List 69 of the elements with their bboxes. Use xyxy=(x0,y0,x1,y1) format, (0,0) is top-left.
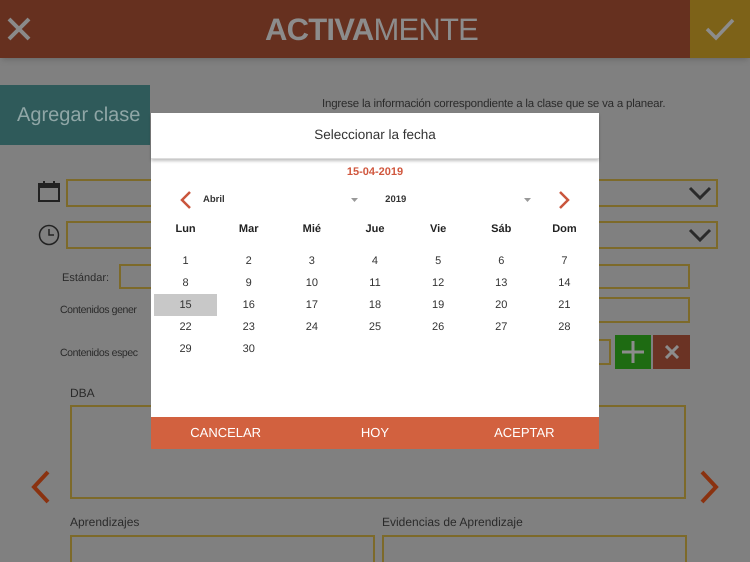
day-cell[interactable]: 20 xyxy=(470,294,533,316)
day-cell[interactable]: 14 xyxy=(532,272,596,294)
day-cell[interactable]: 6 xyxy=(470,250,533,272)
chevron-down-icon xyxy=(688,228,712,242)
field-label: Contenidos espec xyxy=(60,346,138,361)
day-cell[interactable]: 27 xyxy=(470,316,533,338)
day-cell[interactable]: 28 xyxy=(532,316,596,338)
day-cell[interactable]: 10 xyxy=(280,272,344,294)
day-cell[interactable]: 29 xyxy=(154,338,218,360)
clock-icon xyxy=(38,224,60,246)
day-cell[interactable]: 8 xyxy=(154,272,218,294)
field-label: DBA xyxy=(70,385,95,402)
instruction-text: Ingrese la información correspondiente a la clase que se va a planear. xyxy=(322,97,666,112)
confirm-button[interactable] xyxy=(690,0,750,58)
dialog-title: Seleccionar la fecha xyxy=(314,126,436,144)
weekday-label: Sáb xyxy=(491,222,512,237)
dialog-button[interactable]: HOY xyxy=(300,417,450,449)
close-icon xyxy=(664,345,678,359)
day-cell[interactable]: 21 xyxy=(532,294,596,316)
plus-icon xyxy=(622,341,644,363)
remove-button[interactable] xyxy=(653,335,690,369)
month-dropdown[interactable]: Abril xyxy=(203,192,358,208)
dropdown-caret-icon xyxy=(524,198,532,202)
weekday-label: Mié xyxy=(302,222,322,237)
field-label: Estándar: xyxy=(62,271,110,286)
day-cell[interactable]: 23 xyxy=(217,316,280,338)
weekday-label: Dom xyxy=(552,222,577,237)
day-cell[interactable]: 2 xyxy=(217,250,280,272)
dialog-button[interactable]: ACEPTAR xyxy=(450,417,599,449)
day-cell[interactable]: 4 xyxy=(343,250,407,272)
day-cell[interactable]: 15 xyxy=(154,294,218,316)
day-cell[interactable]: 26 xyxy=(406,316,470,338)
day-cell[interactable]: 24 xyxy=(280,316,344,338)
selected-date: 15-04-2019 xyxy=(346,164,404,180)
day-cell[interactable]: 9 xyxy=(217,272,280,294)
chevron-down-icon xyxy=(688,186,712,200)
dialog-button[interactable]: CANCELAR xyxy=(151,417,300,449)
weekday-label: Lun xyxy=(175,222,196,237)
day-cell[interactable]: 12 xyxy=(406,272,470,294)
day-cell[interactable]: 22 xyxy=(154,316,218,338)
close-icon xyxy=(7,17,31,41)
field-label: Contenidos gener xyxy=(60,303,136,318)
day-cell[interactable]: 5 xyxy=(406,250,470,272)
day-cell[interactable]: 16 xyxy=(217,294,280,316)
field-label: Evidencias de Aprendizaje xyxy=(382,514,523,531)
field-label: Aprendizajes xyxy=(70,514,140,531)
weekday-label: Jue xyxy=(366,222,384,237)
day-cell[interactable]: 30 xyxy=(217,338,280,360)
add-button[interactable] xyxy=(615,335,651,369)
day-cell[interactable]: 3 xyxy=(280,250,344,272)
next-month-button[interactable] xyxy=(557,190,571,210)
day-cell[interactable]: 7 xyxy=(532,250,596,272)
day-cell[interactable]: 1 xyxy=(154,250,218,272)
day-cell[interactable]: 13 xyxy=(470,272,533,294)
calendar-icon xyxy=(38,181,60,202)
check-icon xyxy=(705,17,735,41)
previous-month-button[interactable] xyxy=(179,190,193,210)
logo-text: ACTIVAMENTE xyxy=(265,14,478,44)
day-cell[interactable]: 11 xyxy=(343,272,407,294)
weekday-label: Vie xyxy=(430,222,446,237)
previous-arrow[interactable] xyxy=(30,470,52,504)
day-cell[interactable]: 17 xyxy=(280,294,344,316)
next-arrow[interactable] xyxy=(698,470,720,504)
day-cell[interactable]: 25 xyxy=(343,316,407,338)
day-cell[interactable]: 18 xyxy=(343,294,407,316)
year-dropdown[interactable]: 2019 xyxy=(385,192,532,208)
dropdown-caret-icon xyxy=(350,198,358,202)
weekday-label: Mar xyxy=(238,222,258,237)
day-cell[interactable]: 19 xyxy=(406,294,470,316)
